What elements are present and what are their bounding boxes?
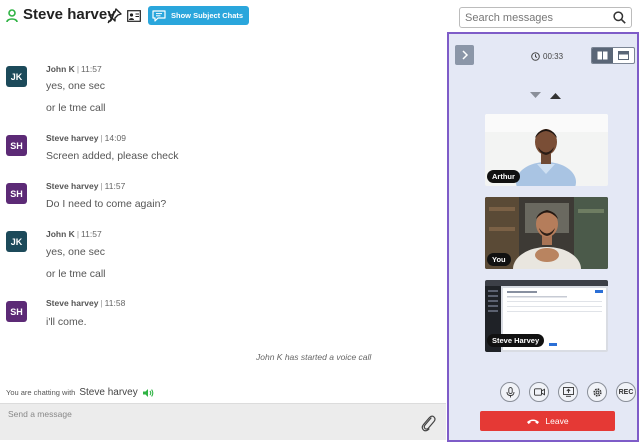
chat-bubble-icon [152, 9, 166, 22]
speaker-icon [142, 388, 154, 397]
layout-toggle [591, 47, 635, 64]
camera-button[interactable] [529, 382, 549, 402]
message-text: yes, one sec [46, 80, 105, 92]
screen-share-button[interactable] [558, 382, 578, 402]
chatting-with-prefix: You are chatting with [6, 388, 76, 397]
stacked-layout-button[interactable] [613, 48, 634, 63]
clock-icon [531, 52, 540, 61]
hang-up-icon [527, 419, 540, 424]
sender-name: Steve harvey [46, 298, 99, 308]
message-text: Screen added, please check [46, 150, 179, 162]
microphone-icon [506, 386, 514, 397]
collapse-panel-button[interactable] [455, 45, 474, 65]
chatting-with-status: You are chatting with Steve harvey [6, 387, 154, 398]
scroll-down-icon[interactable] [530, 92, 541, 99]
scroll-up-icon[interactable] [550, 92, 561, 99]
search-input[interactable] [460, 8, 608, 27]
columns-icon [597, 51, 608, 60]
paperclip-icon[interactable] [420, 414, 436, 432]
avatar: JK [6, 66, 27, 87]
show-subject-chats-button[interactable]: Show Subject Chats [148, 6, 249, 25]
record-button[interactable]: REC [616, 382, 636, 402]
message-text: or le tme call [46, 268, 106, 280]
search-icon[interactable] [613, 11, 626, 24]
side-by-side-layout-button[interactable] [592, 48, 613, 63]
system-note: John K has started a voice call [256, 352, 372, 362]
message-meta: Steve harvey | 11:58 [46, 298, 126, 308]
online-user-icon [6, 9, 18, 23]
chevron-right-icon [461, 50, 468, 60]
message-meta: Steve harvey | 11:57 [46, 181, 126, 191]
participant-tile[interactable]: Arthur [485, 114, 608, 186]
search-box [459, 7, 632, 28]
screen-share-icon [562, 387, 574, 397]
participant-tile[interactable]: Steve Harvey [485, 280, 608, 352]
message-composer [0, 403, 446, 440]
message-text: i'll come. [46, 316, 87, 328]
sender-name: John K [46, 229, 75, 239]
avatar: SH [6, 183, 27, 204]
message-meta: Steve harvey | 14:09 [46, 133, 126, 143]
avatar: SH [6, 301, 27, 322]
contact-card-icon[interactable] [127, 10, 141, 22]
record-label: REC [618, 388, 634, 396]
chatting-with-name: Steve harvey [79, 387, 138, 398]
message-time: 14:09 [104, 133, 126, 143]
participant-name-label: You [487, 253, 511, 266]
call-timer-value: 00:33 [543, 52, 564, 61]
message-time: 11:57 [104, 181, 126, 191]
message-meta: John K | 11:57 [46, 64, 102, 74]
message-text: or le tme call [46, 102, 106, 114]
sender-name: Steve harvey [46, 181, 99, 191]
camera-icon [533, 388, 545, 396]
show-subject-chats-label: Show Subject Chats [171, 11, 244, 20]
avatar: SH [6, 135, 27, 156]
chat-header: Steve harvey Show Subject Chats [0, 0, 640, 33]
leave-call-label: Leave [545, 416, 569, 426]
tile-scroll-arrows [530, 92, 561, 99]
participant-name-label: Arthur [487, 170, 520, 183]
message-input[interactable] [0, 404, 410, 440]
contact-name-title: Steve harvey [23, 6, 116, 23]
sender-name: Steve harvey [46, 133, 99, 143]
rows-icon [618, 51, 629, 60]
call-controls: REC [500, 382, 636, 402]
pin-icon[interactable] [107, 7, 123, 25]
message-meta: John K | 11:57 [46, 229, 102, 239]
participant-tile[interactable]: You [485, 197, 608, 269]
settings-icon [592, 387, 602, 397]
settings-button[interactable] [587, 382, 607, 402]
sender-name: John K [46, 64, 75, 74]
call-panel: 00:33 Arthur You Steve Harvey REC Leave [447, 32, 639, 442]
message-text: yes, one sec [46, 246, 105, 258]
message-text: Do I need to come again? [46, 198, 167, 210]
message-time: 11:57 [81, 64, 102, 74]
call-timer: 00:33 [531, 52, 563, 61]
microphone-button[interactable] [500, 382, 520, 402]
participant-name-label: Steve Harvey [487, 334, 545, 347]
avatar: JK [6, 231, 27, 252]
message-time: 11:58 [104, 298, 126, 308]
message-time: 11:57 [81, 229, 102, 239]
leave-call-button[interactable]: Leave [480, 411, 615, 431]
